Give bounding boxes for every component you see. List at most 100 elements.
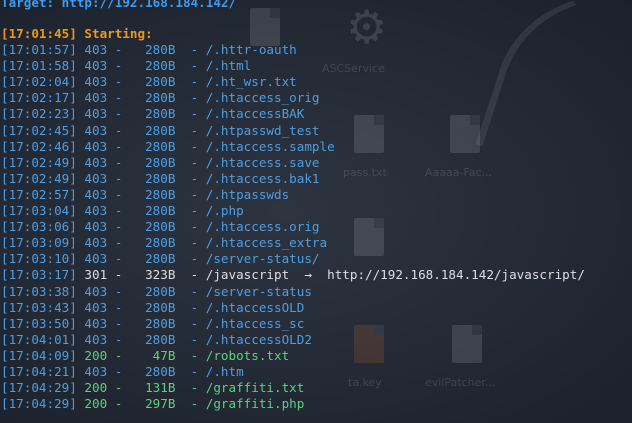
row-separator: - [175, 347, 206, 363]
scan-result-row[interactable]: [17:02:49] 403 - 280B - /.htaccess.bak1 [1, 171, 320, 187]
row-path: /.htaccessOLD [205, 299, 305, 315]
file-icon [450, 115, 480, 153]
row-separator: - [175, 186, 206, 202]
row-status-code: 200 [84, 380, 108, 396]
row-separator: - [175, 170, 206, 186]
row-separator: - [107, 283, 130, 299]
row-separator: - [107, 380, 130, 396]
row-separator: - [175, 315, 206, 331]
scan-result-row[interactable]: [17:03:50] 403 - 280B - /.htaccess_sc [1, 316, 304, 332]
row-path: /javascript [205, 267, 290, 283]
row-timestamp: [17:03:04] [1, 203, 77, 218]
target-line: Target: http://192.168.184.142/ [1, 0, 236, 11]
row-path: /.htpasswds [205, 186, 290, 202]
row-size: 280B [129, 170, 176, 186]
row-timestamp: [17:02:04] [1, 74, 77, 90]
row-separator: - [107, 364, 130, 379]
desktop-icon-label: ta.key [348, 376, 382, 389]
row-status-code: 403 [84, 251, 108, 267]
scan-result-row[interactable]: [17:01:57] 403 - 280B - /.httr-oauth [1, 42, 297, 58]
row-status-code: 403 [84, 283, 108, 299]
row-status-code: 403 [84, 170, 108, 186]
row-status-code: 403 [84, 219, 108, 235]
row-separator: - [175, 90, 206, 106]
row-separator: - [175, 58, 206, 74]
scan-result-row[interactable]: [17:01:58] 403 - 280B - /.html [1, 58, 251, 74]
scan-result-row[interactable]: [17:02:45] 403 - 280B - /.htpasswd_test [1, 123, 320, 139]
scan-result-row[interactable]: [17:03:09] 403 - 280B - /.htaccess_extra [1, 235, 327, 251]
row-timestamp: [17:03:38] [1, 283, 77, 299]
row-timestamp: [17:03:17] [1, 267, 77, 283]
scan-result-row[interactable]: [17:02:57] 403 - 280B - /.htpasswds [1, 187, 289, 203]
scan-result-row[interactable]: [17:03:38] 403 - 280B - /server-status [1, 284, 312, 300]
scan-result-row[interactable]: [17:02:49] 403 - 280B - /.htaccess.save [1, 155, 320, 171]
row-path: /.htaccess_extra [205, 235, 328, 251]
row-size: 280B [129, 251, 176, 267]
row-status-code: 403 [84, 154, 108, 170]
row-timestamp: [17:04:29] [1, 380, 77, 396]
row-separator: - [107, 138, 130, 154]
row-path: /.htaccess_orig [205, 90, 320, 106]
row-separator: - [175, 251, 206, 267]
row-timestamp: [17:02:46] [1, 138, 77, 154]
row-separator: - [107, 58, 130, 74]
row-separator: - [107, 90, 130, 106]
scan-result-row[interactable]: [17:03:10] 403 - 280B - /server-status/ [1, 251, 320, 267]
scan-result-row[interactable]: [17:04:21] 403 - 280B - /.htm [1, 364, 244, 380]
row-timestamp: [17:04:01] [1, 331, 77, 347]
row-separator: - [175, 396, 206, 412]
row-timestamp: [17:04:21] [1, 364, 77, 379]
row-separator: - [175, 106, 206, 122]
gear-icon: ⚙ [346, 0, 388, 54]
scan-result-row[interactable]: [17:04:29] 200 - 131B - /graffiti.txt [1, 380, 304, 396]
row-timestamp: [17:02:49] [1, 154, 77, 170]
row-status-code: 403 [84, 186, 108, 202]
row-status-code: 403 [84, 203, 108, 218]
row-timestamp: [17:04:29] [1, 396, 77, 412]
row-timestamp: [17:03:10] [1, 251, 77, 267]
row-timestamp: [17:03:50] [1, 315, 77, 331]
row-path: /.htaccess.save [205, 154, 320, 170]
target-url: http://192.168.184.142/ [61, 0, 237, 10]
row-size: 280B [129, 138, 176, 154]
scan-result-row[interactable]: [17:04:01] 403 - 280B - /.htaccessOLD2 [1, 332, 312, 348]
row-path: /.htpasswd_test [205, 122, 320, 138]
row-separator: - [107, 267, 130, 283]
row-size: 280B [129, 154, 176, 170]
row-separator: - [107, 186, 130, 202]
desktop-icon-label: pass.txt [343, 166, 387, 179]
row-status-code: 403 [84, 364, 108, 379]
row-separator: - [175, 267, 206, 283]
scan-result-row[interactable]: [17:04:29] 200 - 297B - /graffiti.php [1, 396, 304, 412]
row-status-code: 403 [84, 331, 108, 347]
row-path: /server-status/ [205, 251, 320, 267]
row-status-code: 403 [84, 138, 108, 154]
scan-result-row[interactable]: [17:03:04] 403 - 280B - /.php [1, 203, 244, 219]
terminal-window[interactable]: ⚙ ASCService pass.txt Aaaaa-Fac... ta.ke… [0, 0, 632, 423]
scan-result-row[interactable]: [17:02:17] 403 - 280B - /.htaccess_orig [1, 90, 320, 106]
row-size: 280B [129, 74, 176, 90]
scan-result-row[interactable]: [17:02:46] 403 - 280B - /.htaccess.sampl… [1, 139, 335, 155]
scan-result-row[interactable]: [17:02:04] 403 - 280B - /.ht_wsr.txt [1, 74, 297, 90]
file-icon [452, 325, 482, 363]
row-separator: - [107, 396, 130, 412]
row-timestamp: [17:01:57] [1, 42, 77, 57]
row-separator: - [107, 42, 130, 57]
scan-result-row[interactable]: [17:03:06] 403 - 280B - /.htaccess.orig [1, 219, 320, 235]
scan-result-row[interactable]: [17:04:09] 200 - 47B - /robots.txt [1, 348, 289, 364]
row-size: 280B [129, 42, 176, 57]
starting-line: [17:01:45] Starting: [1, 26, 153, 42]
scan-result-row[interactable]: [17:03:43] 403 - 280B - /.htaccessOLD [1, 300, 304, 316]
row-separator: - [107, 219, 130, 235]
scan-result-row[interactable]: [17:03:17] 301 - 323B - /javascript → ht… [1, 267, 585, 283]
row-size: 280B [129, 90, 176, 106]
row-status-code: 403 [84, 315, 108, 331]
desktop-icon-label: evilPatcher... [425, 376, 496, 389]
row-separator: - [175, 74, 206, 90]
row-path: /.htaccess_sc [205, 315, 305, 331]
row-path: /.html [205, 58, 252, 74]
scan-result-row[interactable]: [17:02:23] 403 - 280B - /.htaccessBAK [1, 106, 304, 122]
key-file-icon [354, 325, 384, 363]
row-status-code: 403 [84, 90, 108, 106]
row-separator: - [175, 42, 206, 57]
